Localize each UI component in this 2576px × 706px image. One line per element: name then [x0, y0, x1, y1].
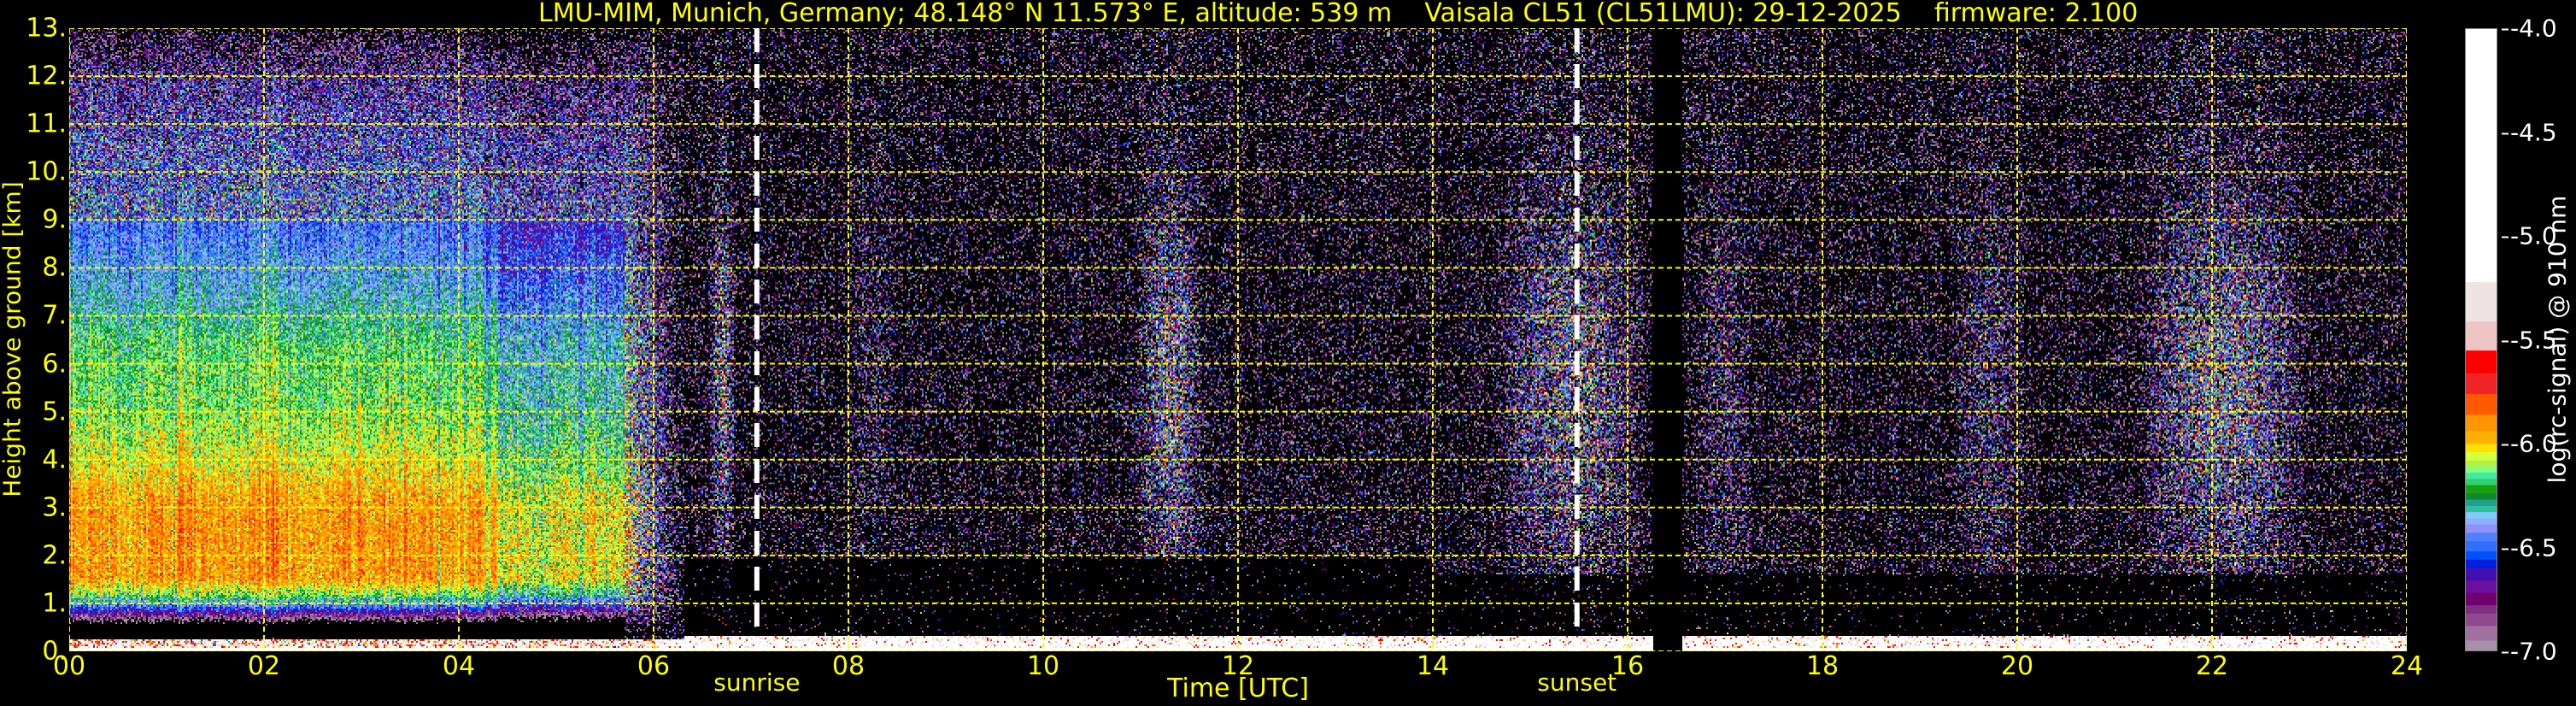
colorbar-segment: [2466, 431, 2497, 444]
x-tick-label: 10: [1026, 651, 1060, 681]
x-tick-label: 20: [2000, 651, 2034, 681]
colorbar-segment: [2466, 478, 2497, 485]
colorbar-segment: [2466, 517, 2497, 525]
colorbar-tick-label: -7.0: [2502, 638, 2557, 666]
y-tick-label: 13.: [26, 13, 67, 44]
colorbar-segment: [2466, 580, 2497, 593]
x-tick-label: 02: [247, 651, 281, 681]
colorbar-segment: [2466, 592, 2497, 606]
colorbar-segment: [2466, 472, 2497, 479]
y-axis-label: Height above ground [km]: [0, 181, 26, 497]
colorbar-segment: [2466, 540, 2497, 552]
colorbar-segment: [2466, 532, 2497, 542]
colorbar-segment: [2466, 613, 2497, 627]
colorbar-segment: [2466, 373, 2497, 395]
colorbar-segment: [2466, 350, 2497, 374]
x-tick-label: 24: [2390, 651, 2424, 681]
colorbar-segment: [2466, 485, 2497, 494]
grid-overlay: [69, 28, 2407, 651]
colorbar-label: log(rc-signal) @ 910 nm: [2543, 195, 2572, 484]
colorbar-segment: [2466, 443, 2497, 452]
y-tick-label: 12.: [26, 61, 67, 91]
x-tick-label: 08: [831, 651, 866, 681]
y-tick-label: 11.: [26, 109, 67, 139]
y-tick-label: 1.: [42, 588, 67, 619]
sunset-label: sunset: [1537, 668, 1617, 697]
colorbar-segment: [2466, 451, 2497, 461]
sunrise-label: sunrise: [713, 668, 801, 697]
colorbar-segment: [2466, 393, 2497, 415]
x-tick-label: 14: [1416, 651, 1450, 681]
colorbar-segment: [2466, 321, 2497, 351]
x-axis-label: Time [UTC]: [1167, 674, 1309, 703]
colorbar-segment: [2466, 492, 2497, 500]
colorbar-segment: [2466, 505, 2497, 513]
x-tick-label: 06: [637, 651, 671, 681]
x-tick-label: 18: [1805, 651, 1840, 681]
colorbar-tick-label: -6.5: [2502, 533, 2557, 562]
x-tick-label: 04: [442, 651, 476, 681]
colorbar-segment: [2466, 524, 2497, 533]
y-tick-label: 2.: [42, 540, 67, 571]
x-tick-label: 00: [52, 651, 86, 681]
chart-title: LMU-MIM, Munich, Germany; 48.148° N 11.5…: [538, 0, 2139, 28]
colorbar-segment: [2466, 466, 2497, 474]
colorbar-tick-label: -4.5: [2502, 118, 2557, 146]
colorbar-segment: [2466, 414, 2497, 432]
colorbar-segment: [2466, 281, 2497, 322]
colorbar-segment: [2466, 460, 2497, 467]
colorbar-segment: [2466, 511, 2497, 519]
colorbar-segment: [2466, 559, 2497, 568]
colorbar-segment: [2466, 625, 2497, 641]
colorbar-tick-label: -4.0: [2502, 15, 2557, 43]
colorbar-segment: [2466, 29, 2497, 283]
x-tick-label: 22: [2195, 651, 2229, 681]
colorbar-segment: [2466, 499, 2497, 506]
colorbar-segment: [2466, 604, 2497, 614]
colorbar: [2465, 28, 2497, 651]
plot-area: [69, 28, 2407, 651]
colorbar-segment: [2466, 568, 2497, 581]
colorbar-segment: [2466, 550, 2497, 560]
colorbar-segment: [2466, 639, 2497, 650]
